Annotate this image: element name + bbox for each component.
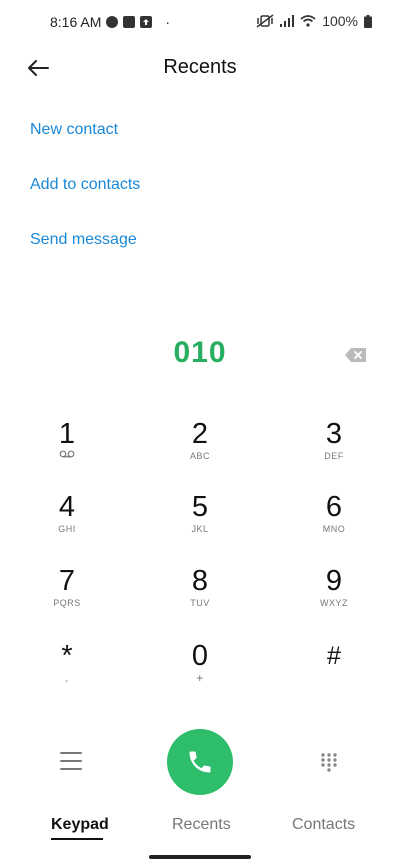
key-4[interactable]: 4 GHI: [27, 491, 107, 551]
status-left: 8:16 AM ·: [50, 14, 170, 30]
key-digit: 3: [325, 418, 343, 450]
key-letters: PQRS: [53, 598, 81, 608]
battery-percent: 100%: [322, 13, 358, 29]
wifi-icon: [300, 15, 316, 27]
more-notifications-dot: ·: [165, 14, 171, 30]
key-letters: ,: [65, 673, 69, 683]
key-digit: *: [61, 640, 73, 672]
key-letters: ABC: [189, 451, 210, 461]
key-6[interactable]: 6 MNO: [294, 491, 374, 551]
menu-line: [60, 752, 82, 754]
key-letters: JKL: [191, 524, 209, 534]
call-button[interactable]: [167, 729, 233, 795]
key-9[interactable]: 9 WXYZ: [294, 565, 374, 625]
upload-notification-icon: [140, 16, 153, 28]
page-title: Recents: [163, 56, 237, 78]
phone-icon: [189, 751, 211, 773]
tab-keypad[interactable]: Keypad: [51, 816, 109, 834]
key-1[interactable]: 1: [27, 418, 107, 478]
tab-contacts[interactable]: Contacts: [292, 816, 355, 834]
key-7[interactable]: 7 PQRS: [27, 565, 107, 625]
app-notification-icon: [106, 16, 119, 28]
key-digit: 8: [191, 565, 209, 597]
signal-icon: [280, 15, 295, 27]
battery-icon: [364, 14, 372, 28]
vibrate-off-icon: [256, 14, 274, 28]
add-to-contacts-link[interactable]: Add to contacts: [30, 176, 140, 194]
key-digit: 2: [191, 418, 209, 450]
dialpad-icon[interactable]: [320, 752, 338, 772]
status-right: 100%: [256, 13, 372, 29]
home-indicator[interactable]: [149, 855, 251, 859]
key-letters: +: [196, 671, 204, 685]
backspace-icon[interactable]: [344, 346, 368, 364]
tab-active-indicator: [51, 838, 103, 840]
key-digit: 9: [325, 565, 343, 597]
menu-icon[interactable]: [60, 752, 82, 770]
key-digit: 4: [58, 491, 76, 523]
tab-recents[interactable]: Recents: [172, 816, 231, 834]
key-letters: WXYZ: [320, 598, 348, 608]
header: Recents: [0, 44, 400, 92]
status-time: 8:16 AM: [50, 14, 102, 30]
status-bar: 8:16 AM · 100%: [0, 0, 400, 44]
key-letters: TUV: [190, 598, 210, 608]
key-digit: 1: [58, 418, 76, 450]
key-letters: DEF: [324, 451, 344, 461]
key-8[interactable]: 8 TUV: [160, 565, 240, 625]
key-star[interactable]: * ,: [27, 640, 107, 700]
key-letters: GHI: [58, 524, 76, 534]
key-digit: 5: [191, 491, 209, 523]
key-digit: 7: [58, 565, 76, 597]
key-letters: MNO: [322, 524, 346, 534]
key-2[interactable]: 2 ABC: [160, 418, 240, 478]
send-message-link[interactable]: Send message: [30, 231, 137, 249]
key-digit: #: [327, 642, 341, 670]
key-5[interactable]: 5 JKL: [160, 491, 240, 551]
voicemail-icon: [59, 450, 75, 458]
key-digit: 0: [191, 640, 209, 672]
key-digit: 6: [325, 491, 343, 523]
dialed-number[interactable]: 010: [0, 336, 400, 370]
notification-square-icon: [123, 16, 136, 28]
new-contact-link[interactable]: New contact: [30, 121, 118, 139]
menu-line: [60, 768, 82, 770]
key-3[interactable]: 3 DEF: [294, 418, 374, 478]
key-hash[interactable]: #: [294, 640, 374, 700]
menu-line: [60, 760, 82, 762]
key-0[interactable]: 0 +: [160, 640, 240, 700]
